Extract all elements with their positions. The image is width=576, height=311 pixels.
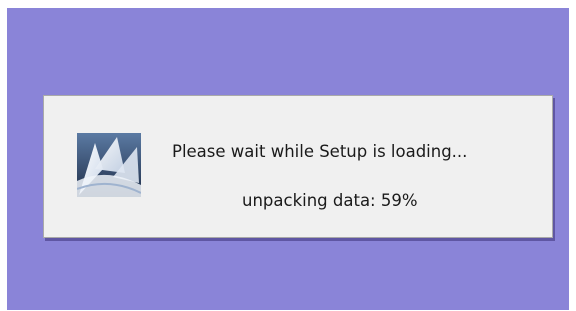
loading-message: Please wait while Setup is loading... <box>172 142 468 161</box>
unpacking-status: unpacking data: 59% <box>242 191 418 210</box>
desktop-background: Please wait while Setup is loading... un… <box>7 8 569 310</box>
setup-logo-icon <box>77 133 141 197</box>
setup-loading-dialog: Please wait while Setup is loading... un… <box>43 95 553 238</box>
